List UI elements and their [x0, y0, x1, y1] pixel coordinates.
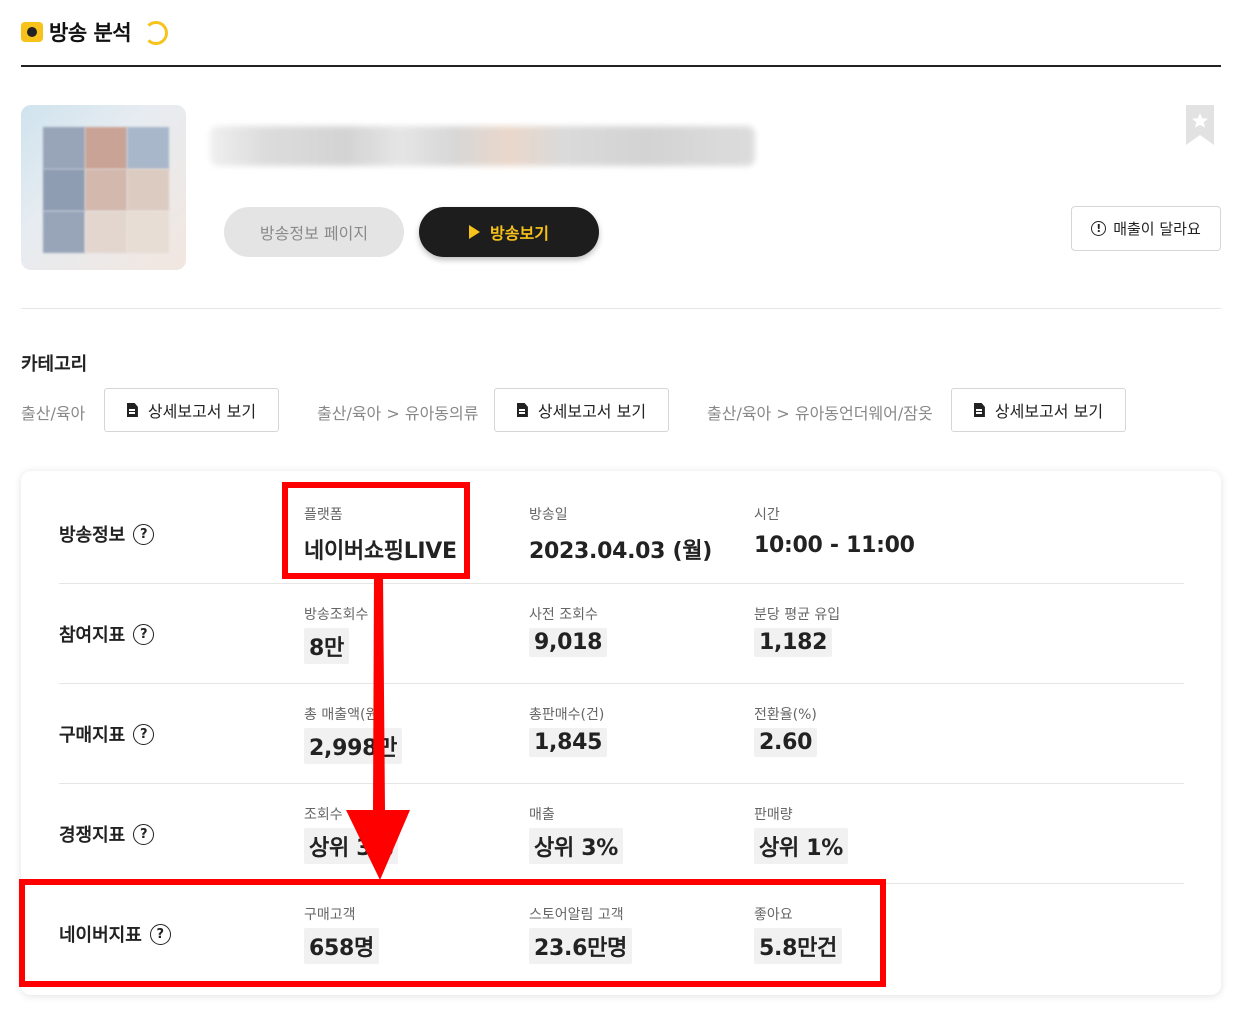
category-title: 카테고리 [21, 354, 88, 375]
sales-different-label: 매출이 달라요 [1113, 220, 1201, 238]
metric-label-volume-rank: 판매량 [754, 807, 793, 823]
metric-label-broadcast-date: 방송일 [529, 507, 568, 523]
row-label-broadcast-info: 방송정보 ? [59, 521, 155, 547]
metric-value-total-orders: 1,845 [529, 728, 608, 757]
watch-broadcast-label: 방송보기 [490, 224, 549, 243]
play-icon [469, 225, 481, 239]
metric-label-sales-rank: 매출 [529, 807, 555, 823]
detail-report-label: 상세보고서 보기 [537, 402, 647, 421]
detail-report-button-2[interactable]: 상세보고서 보기 [494, 388, 669, 432]
header-divider [21, 65, 1221, 67]
document-icon [516, 403, 528, 417]
product-thumbnail [21, 105, 186, 270]
help-icon[interactable]: ? [133, 823, 155, 845]
metric-label-views-rank: 조회수 [304, 807, 343, 823]
metric-value-avg-inflow: 1,182 [754, 628, 833, 657]
help-icon[interactable]: ? [133, 623, 155, 645]
metric-value-time: 10:00 - 11:00 [754, 533, 915, 558]
sales-different-button[interactable]: ! 매출이 달라요 [1071, 206, 1221, 251]
row-label-purchase: 구매지표 ? [59, 721, 155, 747]
row-label-engagement: 참여지표 ? [59, 621, 155, 647]
row-divider [59, 583, 1184, 584]
help-icon[interactable]: ? [133, 723, 155, 745]
row-divider [59, 683, 1184, 684]
document-icon [126, 403, 138, 417]
category-label-3: 출산/육아 > 유아동언더웨어/잠옷 [707, 404, 933, 423]
loading-spinner-icon [144, 21, 168, 45]
annotation-arrow [346, 575, 410, 880]
detail-report-label: 상세보고서 보기 [994, 402, 1104, 421]
metric-value-pre-views: 9,018 [529, 628, 608, 657]
metric-label-pre-views: 사전 조회수 [529, 607, 598, 623]
alert-circle-icon: ! [1091, 221, 1107, 236]
metric-value-conversion: 2.60 [754, 728, 818, 757]
product-title-blurred [210, 126, 755, 166]
category-label-1: 출산/육아 [21, 404, 86, 423]
row-divider [59, 783, 1184, 784]
metric-value-sales-rank: 상위 3% [529, 828, 623, 864]
metric-value-broadcast-date: 2023.04.03 (월) [529, 539, 712, 564]
document-icon [973, 403, 985, 417]
metric-label-total-orders: 총판매수(건) [529, 707, 605, 723]
category-label-2: 출산/육아 > 유아동의류 [317, 404, 479, 423]
annotation-box-naver-metrics [19, 879, 886, 987]
page-title: 방송 분석 [49, 21, 132, 45]
detail-report-button-3[interactable]: 상세보고서 보기 [951, 388, 1126, 432]
metric-label-conversion: 전환율(%) [754, 707, 817, 723]
metric-label-avg-inflow: 분당 평균 유입 [754, 607, 841, 623]
row-label-competition: 경쟁지표 ? [59, 821, 155, 847]
watch-broadcast-button[interactable]: 방송보기 [419, 207, 599, 257]
broadcast-info-page-label: 방송정보 페이지 [259, 224, 369, 243]
broadcast-info-page-button[interactable]: 방송정보 페이지 [224, 207, 404, 257]
metric-value-volume-rank: 상위 1% [754, 828, 848, 864]
help-icon[interactable]: ? [133, 523, 155, 545]
detail-report-label: 상세보고서 보기 [147, 402, 257, 421]
bookmark-star-icon[interactable] [1186, 105, 1214, 145]
broadcast-analysis-icon [21, 22, 43, 42]
detail-report-button-1[interactable]: 상세보고서 보기 [104, 388, 279, 432]
section-divider [21, 308, 1221, 309]
annotation-box-platform [282, 482, 470, 579]
metric-label-time: 시간 [754, 507, 780, 523]
